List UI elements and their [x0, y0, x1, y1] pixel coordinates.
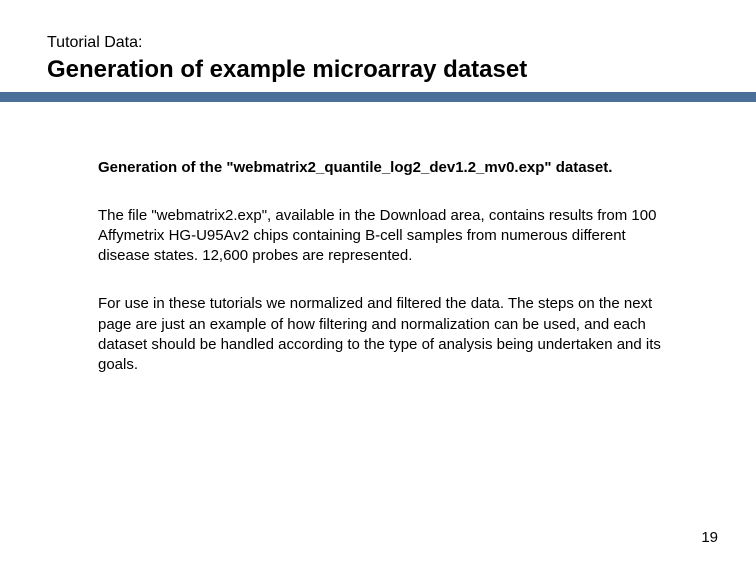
- slide-pretitle: Tutorial Data:: [47, 34, 142, 52]
- slide-body: Generation of the "webmatrix2_quantile_l…: [98, 158, 678, 375]
- body-subheading: Generation of the "webmatrix2_quantile_l…: [98, 158, 678, 178]
- body-paragraph-1: The file "webmatrix2.exp", available in …: [98, 206, 678, 267]
- body-paragraph-2: For use in these tutorials we normalized…: [98, 294, 678, 375]
- title-rule: [0, 92, 756, 102]
- slide-title: Generation of example microarray dataset: [47, 56, 527, 84]
- slide: Tutorial Data: Generation of example mic…: [0, 0, 756, 576]
- page-number: 19: [701, 529, 718, 546]
